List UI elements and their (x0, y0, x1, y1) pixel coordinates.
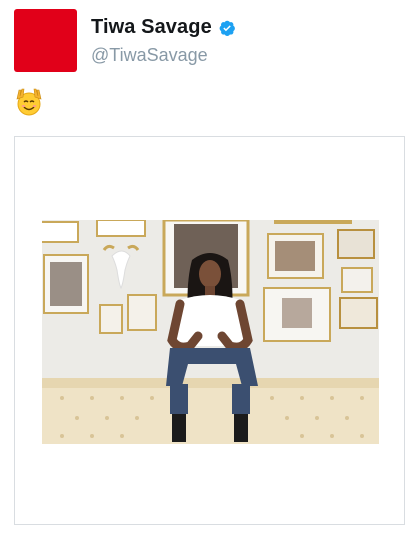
verified-badge-icon (218, 19, 236, 37)
author-name-row: Tiwa Savage (91, 16, 236, 39)
display-name[interactable]: Tiwa Savage (91, 16, 212, 39)
user-handle[interactable]: @TiwaSavage (91, 45, 208, 66)
avatar[interactable] (14, 9, 77, 72)
tweet: Tiwa Savage @TiwaSavage (0, 0, 420, 539)
media-card[interactable] (14, 136, 405, 525)
tweet-photo[interactable] (42, 220, 379, 444)
raised-hands-emoji-icon (13, 87, 45, 117)
